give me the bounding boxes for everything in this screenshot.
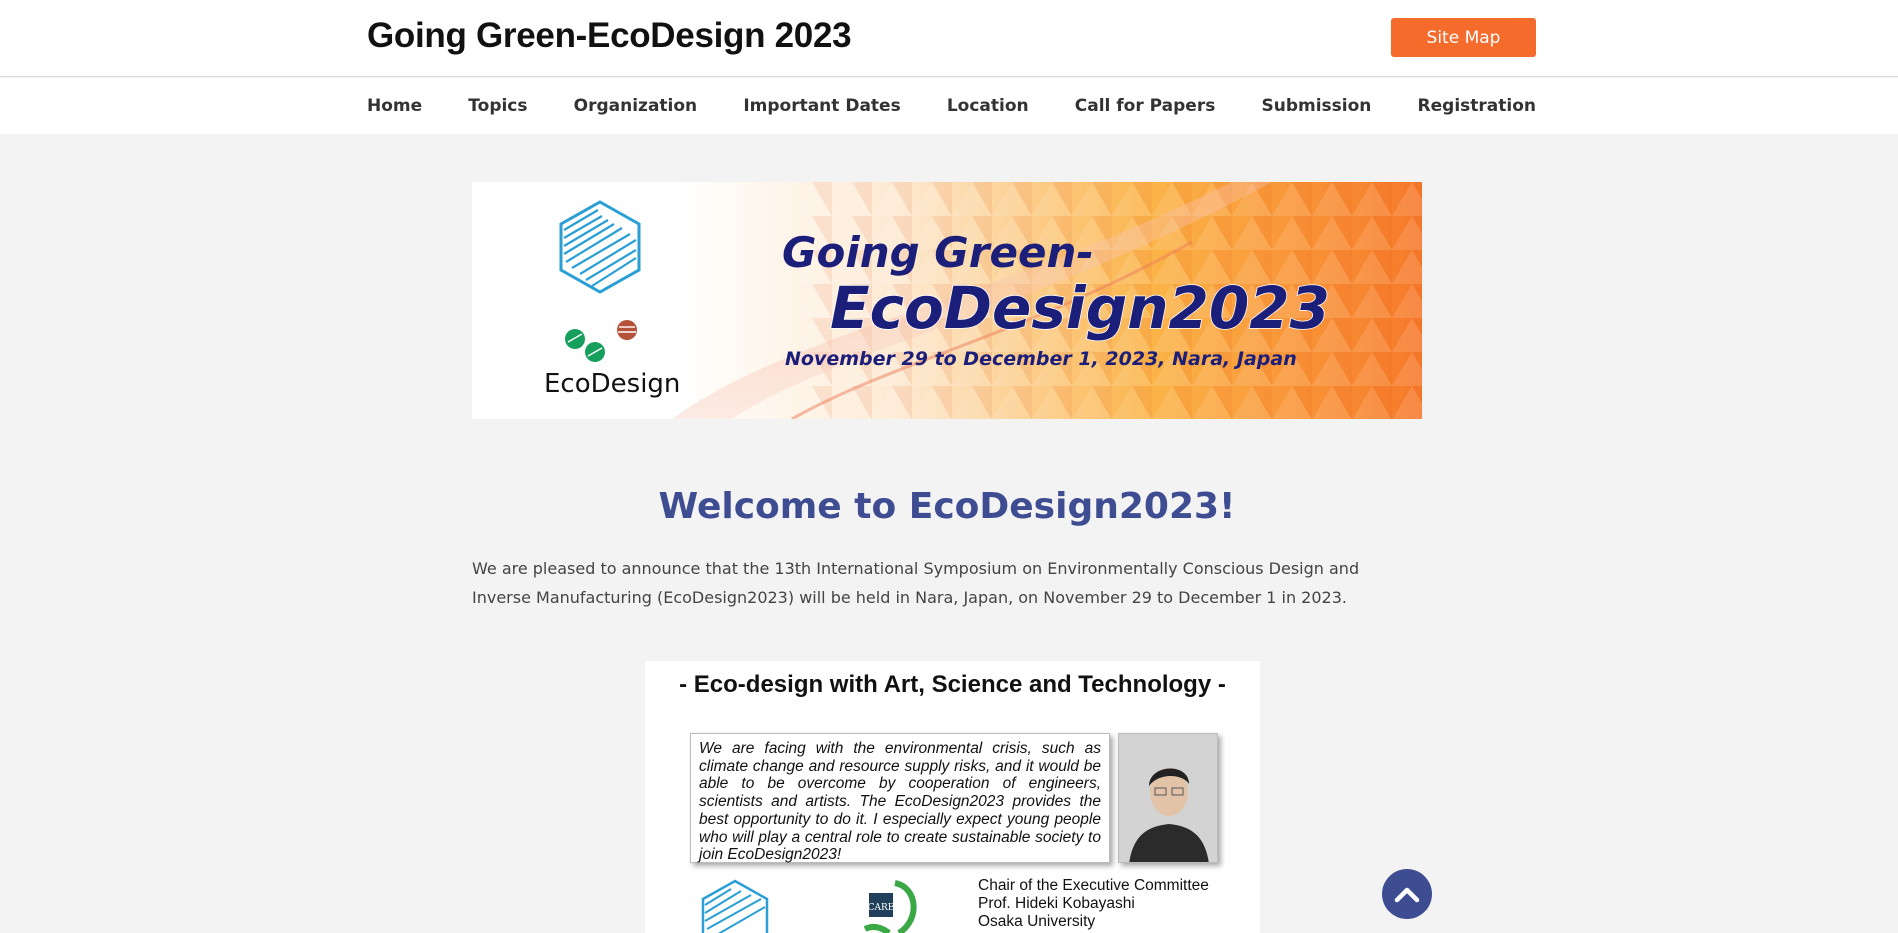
nav-item-location[interactable]: Location: [947, 96, 1029, 116]
nav-item-submission[interactable]: Submission: [1261, 96, 1371, 116]
care-logo: CARE: [863, 880, 917, 933]
banner-title-line1: Going Green-: [782, 228, 1094, 277]
poster-heading: - Eco-design with Art, Science and Techn…: [679, 671, 1226, 698]
nav-item-registration[interactable]: Registration: [1418, 96, 1536, 116]
nav-item-call-for-papers[interactable]: Call for Papers: [1075, 96, 1216, 116]
chair-quote: We are facing with the environmental cri…: [690, 733, 1110, 863]
banner-logo-text: EcoDesign: [544, 369, 680, 399]
banner-graphic: EcoDesign Going Green- EcoDesign2023 Nov…: [472, 182, 1422, 419]
chevron-up-icon: [1394, 887, 1420, 903]
site-title[interactable]: Going Green-EcoDesign 2023: [367, 16, 852, 56]
nav-list: Home Topics Organization Important Dates…: [367, 78, 1536, 134]
nav-item-important-dates[interactable]: Important Dates: [743, 96, 900, 116]
chair-info: Chair of the Executive Committee Prof. H…: [978, 877, 1209, 931]
nav-item-organization[interactable]: Organization: [574, 96, 698, 116]
site-map-button[interactable]: Site Map: [1391, 18, 1536, 57]
nav-item-home[interactable]: Home: [367, 96, 422, 116]
site-header: Going Green-EcoDesign 2023 Site Map: [0, 0, 1898, 77]
banner-dates: November 29 to December 1, 2023, Nara, J…: [785, 348, 1297, 370]
chair-name: Prof. Hideki Kobayashi: [978, 895, 1135, 912]
main-nav: Home Topics Organization Important Dates…: [0, 78, 1898, 134]
back-to-top-button[interactable]: [1382, 869, 1432, 919]
chair-role: Chair of the Executive Committee: [978, 877, 1209, 894]
care-logo-text: CARE: [868, 903, 895, 913]
intro-paragraph: We are pleased to announce that the 13th…: [472, 559, 1360, 607]
banner-title-line2: EcoDesign2023: [830, 274, 1330, 342]
conference-banner: EcoDesign Going Green- EcoDesign2023 Nov…: [472, 182, 1422, 419]
poster-ecodesign-logo: [701, 879, 769, 933]
welcome-heading: Welcome to EcoDesign2023!: [658, 486, 1236, 527]
poster-image: - Eco-design with Art, Science and Techn…: [645, 661, 1260, 933]
chair-affiliation: Osaka University: [978, 913, 1096, 930]
nav-item-topics[interactable]: Topics: [468, 96, 527, 116]
chair-portrait: [1118, 733, 1218, 863]
